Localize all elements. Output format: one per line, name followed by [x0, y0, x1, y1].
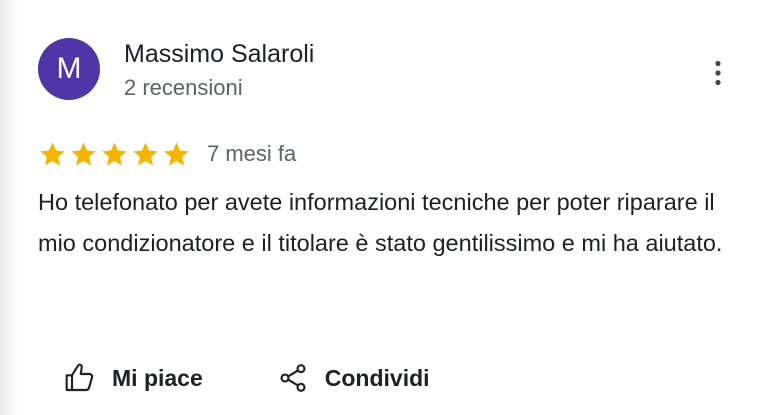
avatar-initial: M — [56, 52, 82, 85]
more-vert-icon — [715, 60, 721, 86]
star-icon — [71, 142, 96, 165]
more-options-button[interactable] — [700, 55, 736, 91]
share-label: Condividi — [324, 364, 430, 391]
star-icon — [164, 142, 189, 165]
star-icon — [102, 142, 127, 165]
review-date: 7 mesi fa — [207, 141, 297, 166]
rating-row: 7 mesi fa — [38, 138, 296, 170]
author-review-count: 2 recensioni — [124, 75, 243, 100]
review-actions: Mi piace Condividi — [62, 360, 430, 396]
like-button[interactable]: Mi piace — [62, 360, 203, 396]
star-icon — [133, 142, 158, 165]
thumb-up-icon — [62, 360, 98, 396]
star-rating — [38, 140, 191, 169]
review-card: M Massimo Salaroli 2 recensioni 7 mesi f… — [0, 0, 768, 415]
like-label: Mi piace — [112, 364, 203, 391]
share-button[interactable]: Condividi — [275, 360, 430, 396]
avatar[interactable]: M — [38, 38, 100, 100]
author-name[interactable]: Massimo Salaroli — [124, 40, 314, 69]
share-icon — [275, 360, 311, 396]
star-icon — [40, 142, 65, 165]
review-text: Ho telefonato per avete informazioni tec… — [38, 189, 723, 256]
